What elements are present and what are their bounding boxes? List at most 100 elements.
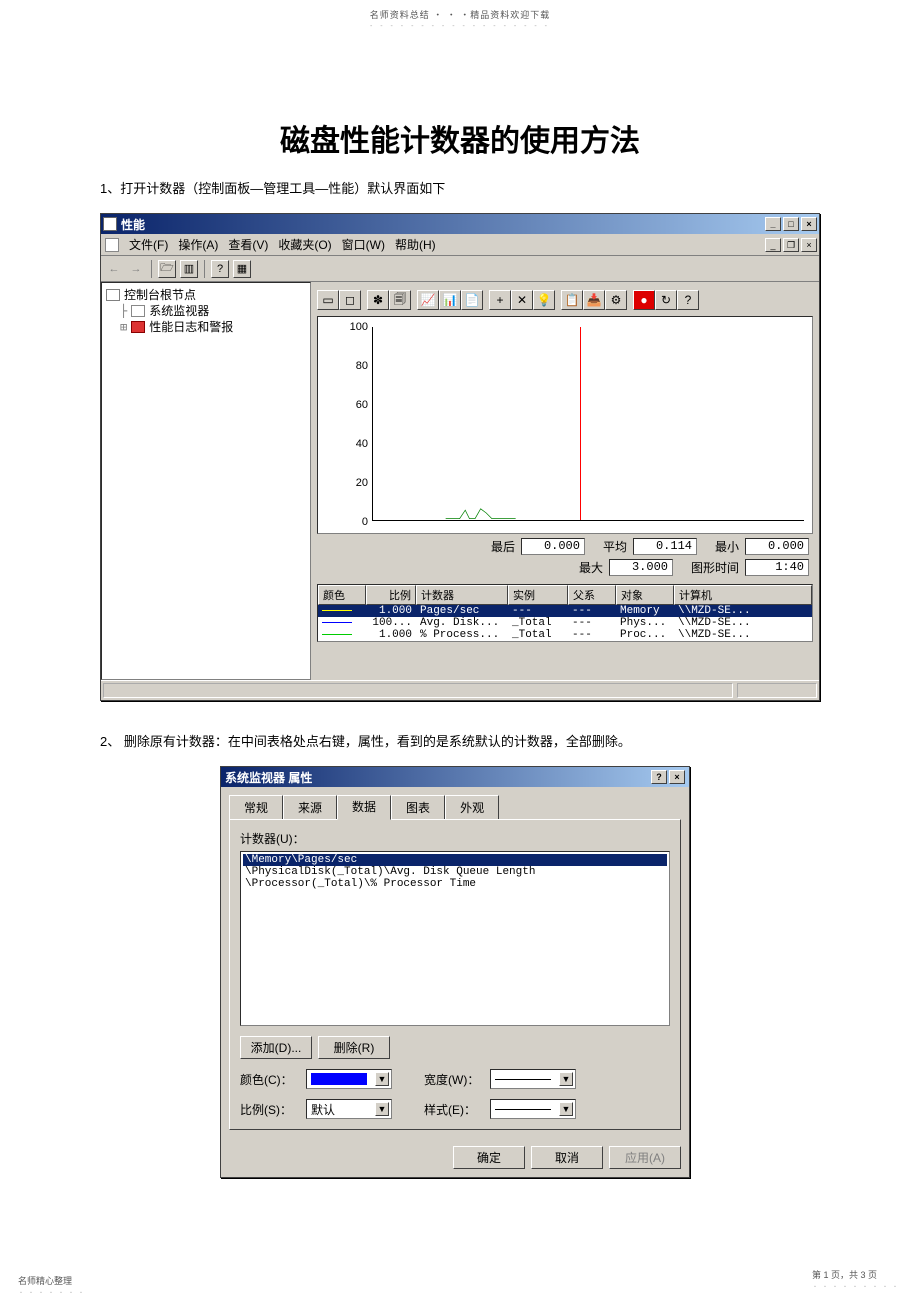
col-object[interactable]: 对象 [616,585,674,605]
statusbar [101,680,819,700]
width-combobox[interactable]: ▼ [490,1069,576,1089]
col-scale[interactable]: 比例 [366,585,416,605]
last-value: 0.000 [521,538,585,555]
color-label: 颜色(C)： [240,1071,298,1088]
menu-file[interactable]: 文件(F) [129,236,168,253]
forward-button[interactable]: → [127,260,145,278]
ok-button[interactable]: 确定 [453,1146,525,1169]
series-line-icon [416,506,545,520]
line-style-icon [495,1109,551,1110]
tab-source[interactable]: 来源 [283,795,337,819]
ytick-80: 80 [356,360,368,372]
color-swatch-icon [311,1073,367,1085]
highlight-button[interactable]: 💡 [533,290,555,310]
cell-parent: --- [568,629,616,641]
show-hide-button[interactable]: ▥ [180,260,198,278]
tab-appearance[interactable]: 外观 [445,795,499,819]
col-parent[interactable]: 父系 [568,585,616,605]
update-button[interactable]: ↻ [655,290,677,310]
tab-strip: 常规 来源 数据 图表 外观 [229,795,681,819]
new-counter-set-button[interactable]: ▭ [317,290,339,310]
dialog-titlebar[interactable]: 系统监视器 属性 ? × [221,767,689,787]
sysmon-properties-dialog: 系统监视器 属性 ? × 常规 来源 数据 图表 外观 计数器(U)： \Mem… [220,766,690,1178]
cancel-button[interactable]: 取消 [531,1146,603,1169]
add-counter-button[interactable]: + [489,290,511,310]
style-combobox[interactable]: ▼ [490,1099,576,1119]
chevron-down-icon: ▼ [375,1102,389,1116]
list-item[interactable]: \Memory\Pages/sec [243,854,667,866]
app-icon [103,217,117,231]
menu-favorites[interactable]: 收藏夹(O) [278,236,331,253]
cell-scale: 1.000 [366,605,416,617]
back-button[interactable]: ← [105,260,123,278]
menu-view[interactable]: 查看(V) [228,236,268,253]
maximize-button[interactable]: □ [783,217,799,231]
cell-inst: _Total [508,629,568,641]
cell-comp: \\MZD-SE... [674,617,812,629]
scale-label: 比例(S)： [240,1101,298,1118]
properties-button[interactable]: ⚙ [605,290,627,310]
child-minimize-button[interactable]: _ [765,238,781,252]
counter-row[interactable]: 1.000 % Process... _Total --- Proc... \\… [318,629,812,641]
paste-list-button[interactable]: 📥 [583,290,605,310]
tree-expand-icon[interactable]: ⊞ [120,319,127,335]
export-list-button[interactable]: ▦ [233,260,251,278]
apply-button[interactable]: 应用(A) [609,1146,681,1169]
delete-counter-button[interactable]: ✕ [511,290,533,310]
view-log-button[interactable]: 🗐 [389,290,411,310]
view-report-button[interactable]: 📄 [461,290,483,310]
console-tree[interactable]: 控制台根节点 ├系统监视器 ⊞性能日志和警报 [101,282,311,680]
child-close-button[interactable]: × [801,238,817,252]
max-label: 最大 [579,559,603,576]
add-button[interactable]: 添加(D)... [240,1036,312,1059]
col-color[interactable]: 颜色 [318,585,366,605]
tree-root[interactable]: 控制台根节点 [124,287,196,303]
col-computer[interactable]: 计算机 [674,585,812,605]
help-button[interactable]: ? [211,260,229,278]
tab-chart[interactable]: 图表 [391,795,445,819]
close-button[interactable]: × [801,217,817,231]
plot-area [372,327,804,521]
view-chart-button[interactable]: 📈 [417,290,439,310]
list-item[interactable]: \Processor(_Total)\% Processor Time [243,878,667,890]
tree-sysmon[interactable]: 系统监视器 [149,303,209,319]
col-instance[interactable]: 实例 [508,585,568,605]
counter-list[interactable]: 颜色 比例 计数器 实例 父系 对象 计算机 1.000 Pages/sec -… [317,584,813,642]
help-icon-button[interactable]: ? [677,290,699,310]
menu-action[interactable]: 操作(A) [178,236,218,253]
scale-combobox[interactable]: 默认 ▼ [306,1099,392,1119]
tab-data[interactable]: 数据 [337,795,391,820]
last-label: 最后 [491,538,515,555]
freeze-button[interactable]: ● [633,290,655,310]
view-histogram-button[interactable]: 📊 [439,290,461,310]
col-counter[interactable]: 计数器 [416,585,508,605]
menu-window[interactable]: 窗口(W) [342,236,385,253]
counters-listbox[interactable]: \Memory\Pages/sec \PhysicalDisk(_Total)\… [240,851,670,1026]
tree-perflogs[interactable]: 性能日志和警报 [149,319,233,335]
ytick-0: 0 [362,516,368,528]
titlebar[interactable]: 性能 _ □ × [101,214,819,234]
view-current-button[interactable]: ✽ [367,290,389,310]
page-title: 磁盘性能计数器的使用方法 [0,116,920,160]
counter-row[interactable]: 100... Avg. Disk... _Total --- Phys... \… [318,617,812,629]
up-button[interactable]: 🗁 [158,260,176,278]
width-label: 宽度(W)： [424,1071,482,1088]
remove-button[interactable]: 删除(R) [318,1036,390,1059]
avg-label: 平均 [603,538,627,555]
dialog-help-button[interactable]: ? [651,770,667,784]
dialog-close-button[interactable]: × [669,770,685,784]
menubar: 文件(F) 操作(A) 查看(V) 收藏夹(O) 窗口(W) 帮助(H) _ ❐… [101,234,819,256]
menu-help[interactable]: 帮助(H) [395,236,436,253]
copy-props-button[interactable]: 📋 [561,290,583,310]
tab-general[interactable]: 常规 [229,795,283,819]
tab-body-data: 计数器(U)： \Memory\Pages/sec \PhysicalDisk(… [229,819,681,1130]
chevron-down-icon: ▼ [559,1102,573,1116]
clear-display-button[interactable]: ◻ [339,290,361,310]
child-restore-button[interactable]: ❐ [783,238,799,252]
cell-inst: _Total [508,617,568,629]
color-combobox[interactable]: ▼ [306,1069,392,1089]
counter-row[interactable]: 1.000 Pages/sec --- --- Memory \\MZD-SE.… [318,605,812,617]
list-item[interactable]: \PhysicalDisk(_Total)\Avg. Disk Queue Le… [243,866,667,878]
minimize-button[interactable]: _ [765,217,781,231]
cell-obj: Memory [616,605,674,617]
